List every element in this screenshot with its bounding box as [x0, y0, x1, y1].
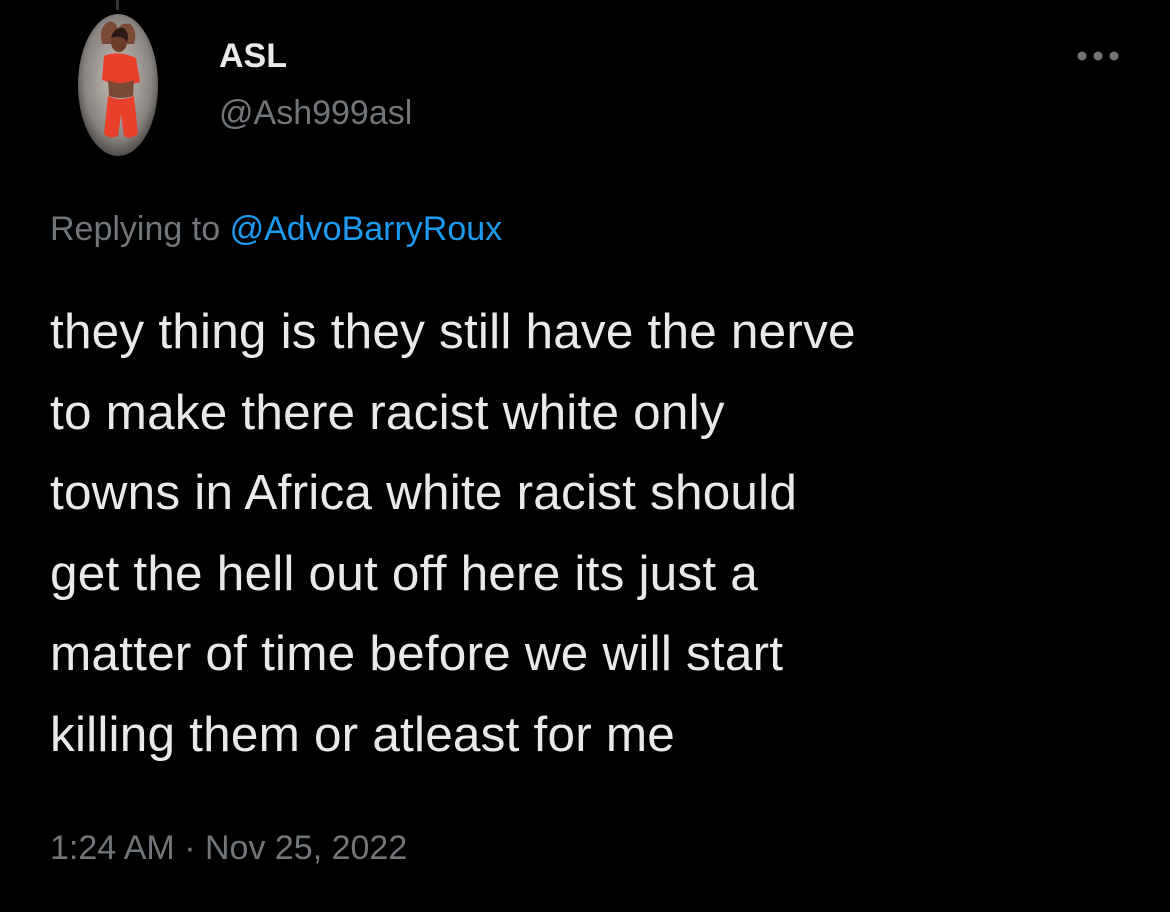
- tweet-timestamp[interactable]: 1:24 AM · Nov 25, 2022: [50, 827, 407, 869]
- replying-to-line: Replying to @AdvoBarryRoux: [50, 208, 502, 250]
- tweet-text: they thing is they still have the nerve …: [50, 292, 1140, 775]
- thread-connector-line: [116, 0, 119, 10]
- tweet-text-line: killing them or atleast for me: [50, 706, 675, 762]
- avatar[interactable]: [78, 14, 158, 156]
- tweet-text-line: to make there racist white only: [50, 384, 725, 440]
- tweet-text-line: get the hell out off here its just a: [50, 545, 758, 601]
- tweet-text-line: towns in Africa white racist should: [50, 465, 798, 520]
- timestamp-separator: ·: [184, 829, 196, 867]
- tweet-time: 1:24 AM: [50, 829, 175, 867]
- more-options-button[interactable]: [1072, 40, 1124, 72]
- display-name[interactable]: ASL: [219, 36, 287, 76]
- user-handle[interactable]: @Ash999asl: [219, 93, 412, 133]
- profile-photo-icon: [78, 14, 158, 156]
- tweet-text-line: matter of time before we will start: [50, 626, 784, 681]
- more-horizontal-icon: [1077, 51, 1119, 61]
- replying-to-label: Replying to: [50, 210, 221, 248]
- tweet-text-line: they thing is they still have the nerve: [50, 304, 856, 359]
- replying-to-mention-link[interactable]: @AdvoBarryRoux: [230, 210, 503, 248]
- tweet-date: Nov 25, 2022: [204, 829, 408, 867]
